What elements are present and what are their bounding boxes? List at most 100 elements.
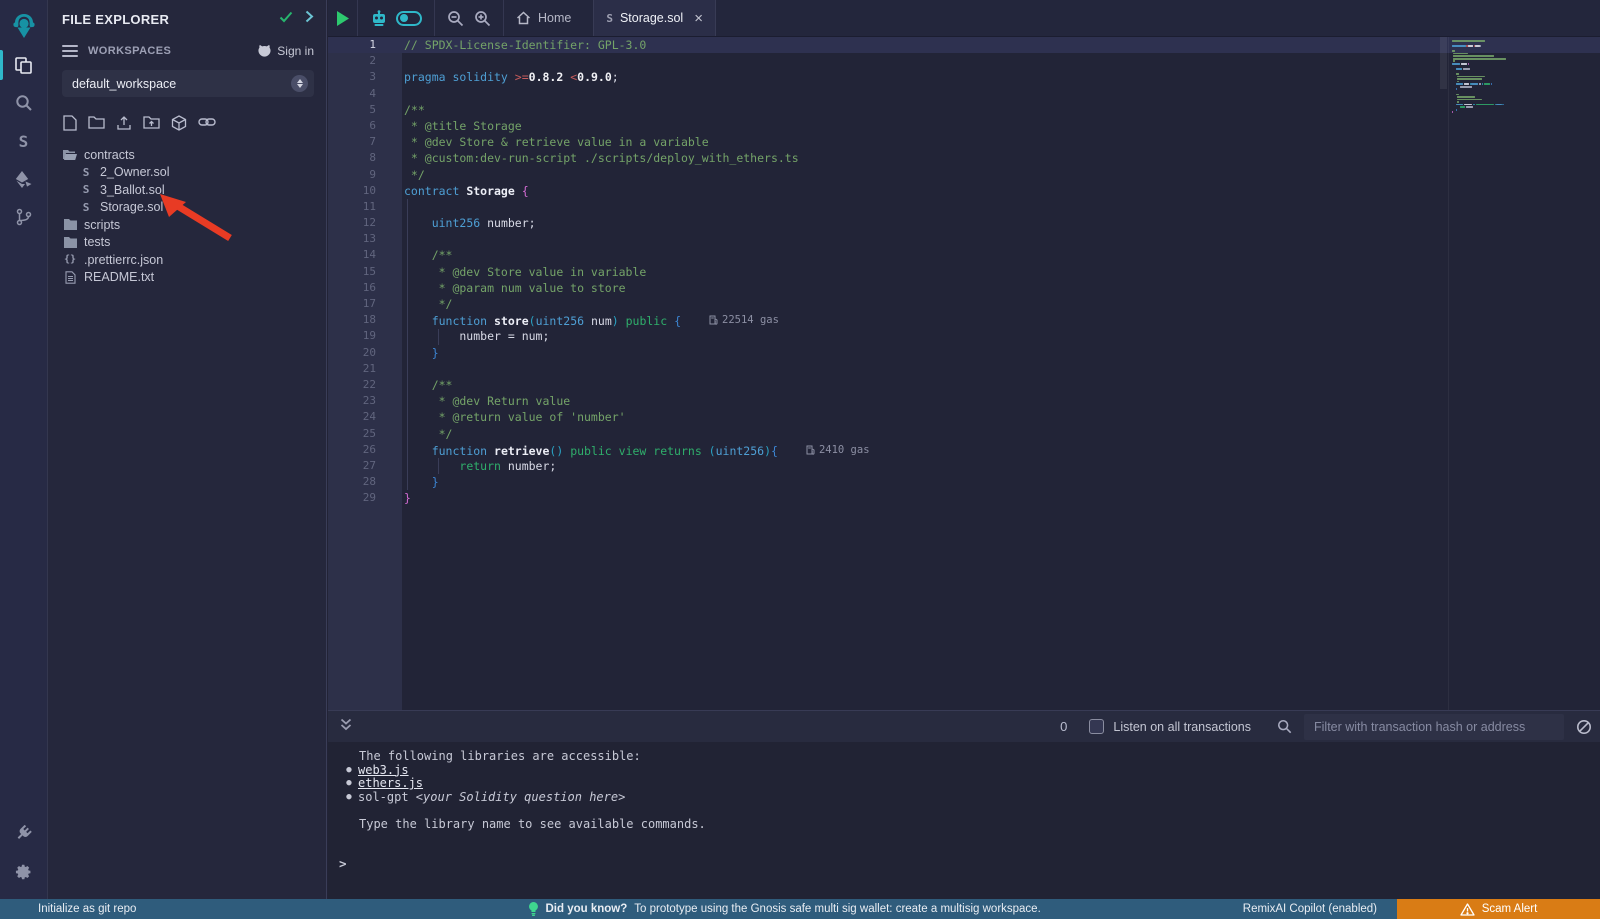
tree-item-storage-sol[interactable]: SStorage.sol (48, 199, 326, 217)
code-line-15[interactable]: 15 * @dev Store value in variable (328, 264, 1600, 280)
code-line-22[interactable]: 22 /** (328, 377, 1600, 393)
tree-item-readme-txt[interactable]: README.txt (48, 269, 326, 287)
code-line-6[interactable]: 6 * @title Storage (328, 118, 1600, 134)
code-line-7[interactable]: 7 * @dev Store & retrieve value in a var… (328, 134, 1600, 150)
listen-all-transactions-label: Listen on all transactions (1113, 720, 1251, 734)
tree-item-contracts[interactable]: contracts (48, 146, 326, 164)
ai-copilot-toggle[interactable] (396, 11, 422, 26)
chevron-right-icon[interactable] (305, 10, 314, 28)
status-bar: Initialize as git repo Did you know? To … (0, 899, 1600, 919)
collapse-terminal-icon[interactable] (336, 718, 356, 736)
terminal-link-ethers-js[interactable]: ethers.js (358, 777, 423, 791)
link-icon[interactable] (198, 115, 216, 136)
close-tab-icon[interactable]: × (694, 10, 703, 27)
code-line-18[interactable]: 18 function store(uint256 num) public {2… (328, 312, 1600, 328)
zoom-in-icon[interactable] (474, 10, 491, 27)
code-line-19[interactable]: 19 number = num; (328, 328, 1600, 344)
clear-console-icon[interactable] (1576, 719, 1592, 735)
code-line-16[interactable]: 16 * @param num value to store (328, 280, 1600, 296)
run-script-button[interactable] (328, 0, 358, 36)
sidebar-item-deploy-and-run[interactable] (0, 160, 48, 198)
upload-folder-icon[interactable] (143, 115, 160, 136)
code-text: * @dev Return value (402, 393, 1600, 409)
line-number: 10 (328, 183, 402, 199)
code-line-14[interactable]: 14 /** (328, 247, 1600, 263)
ai-copilot-robot-icon[interactable] (370, 10, 388, 27)
tree-item-label: README.txt (84, 270, 154, 284)
line-number: 8 (328, 150, 402, 166)
line-number: 5 (328, 102, 402, 118)
line-number: 16 (328, 280, 402, 296)
code-text (402, 53, 1600, 69)
tab-storage-sol[interactable]: S Storage.sol × (593, 0, 716, 36)
listen-all-transactions-checkbox[interactable] (1089, 719, 1104, 734)
line-number: 22 (328, 377, 402, 393)
sidebar-item-plugin-manager[interactable] (0, 815, 48, 853)
tab-home[interactable]: Home (504, 0, 583, 36)
transaction-filter-input[interactable] (1304, 714, 1564, 740)
terminal-link-web3-js[interactable]: web3.js (358, 764, 409, 778)
code-editor[interactable]: 1// SPDX-License-Identifier: GPL-3.023pr… (328, 37, 1600, 710)
code-line-20[interactable]: 20 } (328, 345, 1600, 361)
minimap[interactable] (1448, 37, 1600, 710)
search-icon[interactable] (1277, 719, 1292, 734)
tree-item-scripts[interactable]: scripts (48, 216, 326, 234)
code-line-8[interactable]: 8 * @custom:dev-run-script ./scripts/dep… (328, 150, 1600, 166)
code-line-4[interactable]: 4 (328, 86, 1600, 102)
code-line-27[interactable]: 27 return number; (328, 458, 1600, 474)
remix-ai-logo-icon[interactable] (0, 6, 48, 46)
tree-item--prettierrc-json[interactable]: {}.prettierrc.json (48, 251, 326, 269)
line-number: 20 (328, 345, 402, 361)
upload-file-icon[interactable] (116, 115, 132, 136)
code-line-26[interactable]: 26 function retrieve() public view retur… (328, 442, 1600, 458)
line-number: 17 (328, 296, 402, 312)
code-line-12[interactable]: 12 uint256 number; (328, 215, 1600, 231)
code-line-13[interactable]: 13 (328, 231, 1600, 247)
code-line-28[interactable]: 28 } (328, 474, 1600, 490)
code-line-3[interactable]: 3pragma solidity >=0.8.2 <0.9.0; (328, 69, 1600, 85)
code-line-9[interactable]: 9 */ (328, 167, 1600, 183)
tree-item-3-ballot-sol[interactable]: S3_Ballot.sol (48, 181, 326, 199)
code-line-17[interactable]: 17 */ (328, 296, 1600, 312)
terminal-prompt[interactable]: > (328, 856, 1600, 871)
sidebar-item-solidity-compiler[interactable]: S (0, 122, 48, 160)
code-line-10[interactable]: 10contract Storage { (328, 183, 1600, 199)
cube-icon[interactable] (171, 115, 187, 136)
init-git-repo-button[interactable]: Initialize as git repo (38, 903, 136, 915)
tree-item-tests[interactable]: tests (48, 234, 326, 252)
gas-estimate-hint: 2410 gas (806, 442, 870, 458)
sidebar-item-git[interactable] (0, 198, 48, 236)
code-line-1[interactable]: 1// SPDX-License-Identifier: GPL-3.0 (328, 37, 1600, 53)
code-line-23[interactable]: 23 * @dev Return value (328, 393, 1600, 409)
sidebar-item-file-explorer[interactable] (0, 46, 48, 84)
code-text: function retrieve() public view returns … (402, 442, 1600, 458)
code-line-11[interactable]: 11 (328, 199, 1600, 215)
code-line-21[interactable]: 21 (328, 361, 1600, 377)
code-line-2[interactable]: 2 (328, 53, 1600, 69)
line-number: 11 (328, 199, 402, 215)
new-file-icon[interactable] (63, 115, 77, 136)
code-text: */ (402, 167, 1600, 183)
new-folder-icon[interactable] (88, 115, 105, 136)
workspaces-menu-icon[interactable] (62, 45, 78, 57)
tree-item-2-owner-sol[interactable]: S2_Owner.sol (48, 164, 326, 182)
code-line-29[interactable]: 29} (328, 490, 1600, 506)
zoom-out-icon[interactable] (447, 10, 464, 27)
code-text (402, 231, 1600, 247)
folder-open-icon (63, 149, 77, 161)
workspace-select[interactable]: default_workspace (62, 70, 314, 97)
check-icon[interactable] (279, 10, 293, 28)
bullet-icon: ● (344, 764, 354, 778)
code-line-5[interactable]: 5/** (328, 102, 1600, 118)
scam-alert-button[interactable]: Scam Alert (1397, 899, 1600, 919)
sidebar-item-search[interactable] (0, 84, 48, 122)
code-text: // SPDX-License-Identifier: GPL-3.0 (402, 37, 1600, 53)
sign-in-button[interactable]: Sign in (257, 44, 314, 58)
copilot-status[interactable]: RemixAI Copilot (enabled) (1243, 903, 1377, 915)
code-line-24[interactable]: 24 * @return value of 'number' (328, 409, 1600, 425)
workspace-name: default_workspace (72, 77, 291, 91)
code-text: /** (402, 102, 1600, 118)
scrollbar-thumb[interactable] (1440, 37, 1447, 89)
code-line-25[interactable]: 25 */ (328, 426, 1600, 442)
sidebar-item-settings[interactable] (0, 853, 48, 891)
